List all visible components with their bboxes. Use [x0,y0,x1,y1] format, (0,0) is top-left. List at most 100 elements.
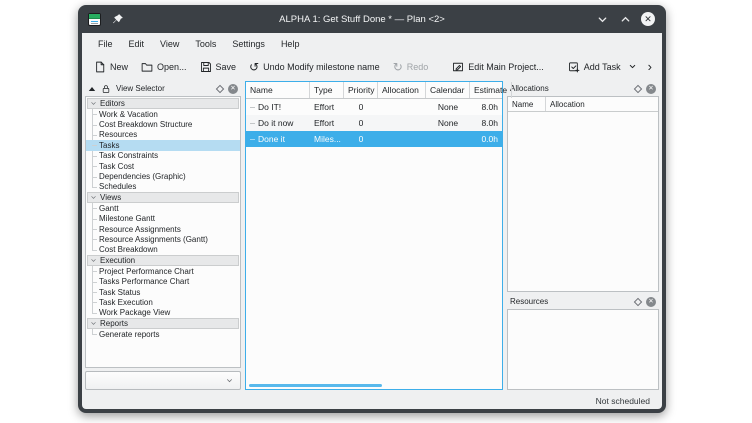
undo-icon: ↺ [249,62,259,72]
sidebar-item-task-cost[interactable]: Task Cost [86,161,240,171]
toolbar-overflow-button[interactable]: › [644,59,656,74]
tree-group-reports[interactable]: Reports [87,318,239,329]
allocations-table-header: Name Allocation [508,97,658,112]
column-header-allocation[interactable]: Allocation [546,97,585,111]
tree-branch-line [250,139,255,140]
close-panel-icon[interactable]: ✕ [228,84,238,94]
resources-list [507,309,659,390]
sidebar-item-schedules[interactable]: Schedules [86,182,240,192]
tree-group-editors[interactable]: Editors [87,98,239,109]
tree-group-label: Views [100,193,121,202]
edit-main-project-button[interactable]: Edit Main Project... [446,58,550,76]
undo-button-label: Undo Modify milestone name [263,62,380,72]
allocations-title: Allocations [510,84,549,93]
sidebar-item-work-package-view[interactable]: Work Package View [86,308,240,318]
menu-settings[interactable]: Settings [224,36,273,52]
column-header-estimate[interactable]: Estimate [470,82,512,98]
allocations-header: Allocations ✕ [507,81,659,96]
plan-app-window: ALPHA 1: Get Stuff Done * — Plan <2> ✕ F… [78,5,666,413]
menu-file[interactable]: File [90,36,121,52]
menu-help[interactable]: Help [273,36,308,52]
column-header-allocation[interactable]: Allocation [378,82,426,98]
allocations-table: Name Allocation [507,96,659,292]
redo-button[interactable]: ↻ Redo [387,59,435,75]
chevron-down-icon [90,194,97,201]
view-selector-tree: Editors Work & Vacation Cost Breakdown S… [85,96,241,368]
titlebar[interactable]: ALPHA 1: Get Stuff Done * — Plan <2> ✕ [78,5,666,33]
close-button[interactable]: ✕ [640,11,656,27]
sidebar-item-project-performance-chart[interactable]: Project Performance Chart [86,266,240,276]
sidebar-item-cost-breakdown-structure[interactable]: Cost Breakdown Structure [86,119,240,129]
close-panel-icon[interactable]: ✕ [646,297,656,307]
sidebar-item-task-constraints[interactable]: Task Constraints [86,151,240,161]
statusbar: Not scheduled [82,392,662,409]
tree-group-label: Execution [100,256,135,265]
add-task-label: Add Task [584,62,621,72]
sidebar-item-cost-breakdown[interactable]: Cost Breakdown [86,245,240,255]
main-area: View Selector ✕ Editors Work & Vacation … [82,79,662,392]
save-button-label: Save [216,62,237,72]
tree-group-execution[interactable]: Execution [87,255,239,266]
maximize-button[interactable] [617,11,633,27]
horizontal-scrollbar[interactable] [249,384,382,387]
sidebar-item-tasks[interactable]: Tasks [86,140,240,150]
sidebar-item-dependencies-graphic[interactable]: Dependencies (Graphic) [86,171,240,181]
redo-button-label: Redo [407,62,429,72]
sidebar-item-work-vacation[interactable]: Work & Vacation [86,109,240,119]
view-selector-title: View Selector [116,84,165,93]
float-panel-icon[interactable] [634,84,642,92]
menu-view[interactable]: View [152,36,187,52]
close-icon: ✕ [641,12,655,26]
add-task-icon [568,61,580,73]
pin-icon[interactable] [110,11,126,27]
edit-main-project-label: Edit Main Project... [468,62,544,72]
save-button[interactable]: Save [194,58,243,76]
undo-button[interactable]: ↺ Undo Modify milestone name [243,59,386,75]
main-toolbar: New Open... Save ↺ Undo Modify milestone… [82,54,662,79]
float-panel-icon[interactable] [216,84,224,92]
task-row-selected[interactable]: Done it Miles... 0 0.0h [246,131,502,147]
schedule-status-text: Not scheduled [596,396,650,406]
tree-branch-line [250,123,255,124]
collapse-triangle-icon[interactable] [88,85,96,93]
resources-title: Resources [510,297,548,306]
add-task-button[interactable]: Add Task [562,58,643,76]
float-panel-icon[interactable] [634,297,642,305]
new-button[interactable]: New [88,58,134,76]
column-header-name[interactable]: Name [246,82,310,98]
tree-group-label: Reports [100,319,128,328]
view-selector-header: View Selector ✕ [85,81,241,96]
sidebar-item-resources[interactable]: Resources [86,130,240,140]
sidebar-item-resource-assignments[interactable]: Resource Assignments [86,224,240,234]
sidebar-item-gantt[interactable]: Gantt [86,203,240,213]
sidebar-item-resource-assignments-gantt[interactable]: Resource Assignments (Gantt) [86,234,240,244]
column-header-type[interactable]: Type [310,82,344,98]
edit-project-icon [452,61,464,73]
task-editor-panel: Name Type Priority Allocation Calendar E… [245,81,503,390]
task-row[interactable]: Do IT! Effort 0 None 8.0h [246,99,502,115]
menu-edit[interactable]: Edit [121,36,153,52]
app-icon [88,13,101,26]
column-header-name[interactable]: Name [508,97,546,111]
sidebar-item-task-execution[interactable]: Task Execution [86,297,240,307]
close-panel-icon[interactable]: ✕ [646,84,656,94]
sidebar-item-tasks-performance-chart[interactable]: Tasks Performance Chart [86,276,240,286]
schedule-combobox[interactable] [85,371,241,390]
chevron-down-icon [90,320,97,327]
sidebar-item-milestone-gantt[interactable]: Milestone Gantt [86,214,240,224]
task-row[interactable]: Do it now Effort 0 None 8.0h [246,115,502,131]
task-table-header: Name Type Priority Allocation Calendar E… [246,82,502,99]
open-button-label: Open... [157,62,187,72]
column-header-priority[interactable]: Priority [344,82,378,98]
resources-header: Resources ✕ [507,294,659,309]
minimize-button[interactable] [594,11,610,27]
window-content: File Edit View Tools Settings Help New O… [82,33,662,409]
resources-dock: Resources ✕ [507,294,659,390]
menu-tools[interactable]: Tools [187,36,224,52]
column-header-calendar[interactable]: Calendar [426,82,470,98]
open-button[interactable]: Open... [135,58,193,76]
sidebar-item-generate-reports[interactable]: Generate reports [86,329,240,339]
menubar: File Edit View Tools Settings Help [82,33,662,54]
tree-group-views[interactable]: Views [87,192,239,203]
sidebar-item-task-status[interactable]: Task Status [86,287,240,297]
